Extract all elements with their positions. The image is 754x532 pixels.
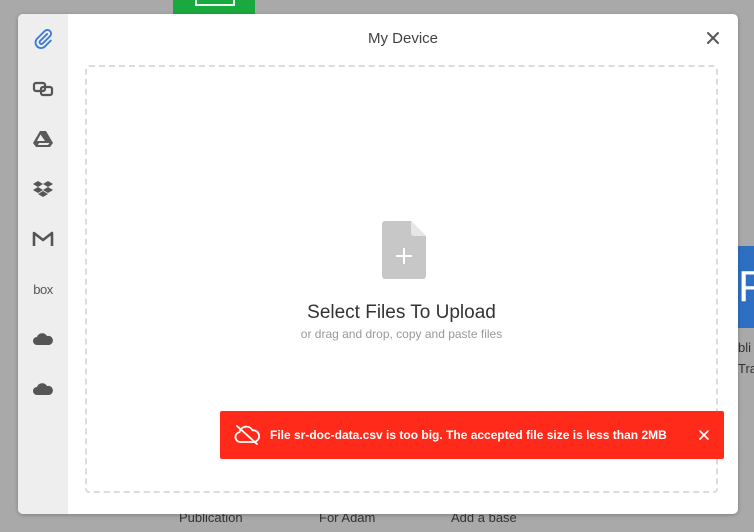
drop-zone[interactable]: Select Files To Upload or drag and drop,… (85, 65, 724, 493)
error-notification: File sr-doc-data.csv is too big. The acc… (220, 411, 724, 459)
sidebar-item-box[interactable]: box (18, 269, 68, 309)
close-icon[interactable] (704, 29, 722, 47)
background-side-text-1: bli (738, 340, 752, 355)
file-add-icon (382, 221, 426, 279)
onedrive-business-icon (33, 383, 53, 395)
modal-title: My Device (367, 30, 438, 47)
background-side-letter: P (738, 262, 754, 311)
paperclip-icon (34, 29, 52, 49)
sidebar-item-my-device[interactable] (18, 19, 68, 59)
gmail-icon (32, 231, 54, 246)
upload-modal: box My Device Select Files To Upload or … (18, 14, 738, 514)
google-drive-icon (33, 131, 53, 147)
link-icon (32, 81, 54, 97)
onedrive-icon (33, 333, 53, 345)
sidebar-item-link[interactable] (18, 69, 68, 109)
error-message: File sr-doc-data.csv is too big. The acc… (270, 428, 667, 442)
source-sidebar: box (18, 14, 68, 514)
sidebar-item-onedrive-business[interactable] (18, 369, 68, 409)
sidebar-item-dropbox[interactable] (18, 169, 68, 209)
background-blue-tile: P (738, 246, 754, 328)
cloud-off-icon (234, 425, 260, 445)
dropbox-icon (33, 181, 53, 197)
sidebar-item-gmail[interactable] (18, 219, 68, 259)
background-green-tile (173, 0, 255, 14)
select-files-title[interactable]: Select Files To Upload (87, 302, 716, 324)
background-side-text-2: Tra (738, 361, 754, 376)
sidebar-item-google-drive[interactable] (18, 119, 68, 159)
drop-subtitle: or drag and drop, copy and paste files (300, 327, 503, 341)
error-close-icon[interactable] (697, 428, 711, 442)
sidebar-item-onedrive[interactable] (18, 319, 68, 359)
box-icon: box (33, 281, 53, 297)
